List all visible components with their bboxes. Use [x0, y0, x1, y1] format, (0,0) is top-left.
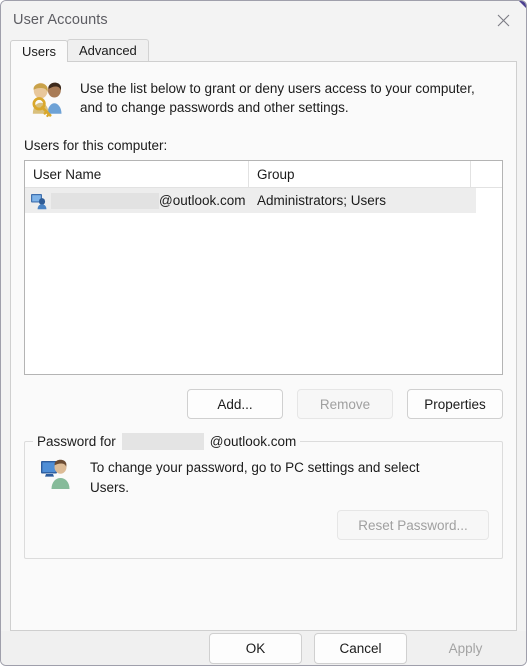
tab-strip: Users Advanced	[10, 39, 526, 62]
intro-text: Use the list below to grant or deny user…	[80, 81, 475, 115]
user-at-monitor-icon	[41, 459, 70, 489]
tab-advanced[interactable]: Advanced	[66, 39, 149, 61]
title-bar: User Accounts	[1, 1, 526, 39]
user-account-icon	[31, 193, 47, 209]
window-title: User Accounts	[13, 12, 108, 28]
list-action-buttons: Add... Remove Properties	[24, 389, 503, 419]
password-instruction-text: To change your password, go to PC settin…	[90, 460, 420, 495]
reset-password-button: Reset Password...	[337, 510, 489, 540]
users-list[interactable]: User Name Group @outlook.com Administrat…	[24, 160, 503, 375]
column-header-group[interactable]: Group	[249, 161, 471, 187]
dialog-footer: OK Cancel Apply	[1, 631, 526, 665]
password-group-buttons: Reset Password...	[38, 510, 489, 540]
remove-button: Remove	[297, 389, 393, 419]
tab-users[interactable]: Users	[10, 40, 68, 62]
users-list-header: User Name Group	[25, 161, 502, 188]
ok-button[interactable]: OK	[209, 632, 302, 664]
password-group-legend: Password for @outlook.com	[33, 433, 301, 450]
password-legend-prefix: Password for	[37, 434, 116, 449]
users-tab-panel: Use the list below to grant or deny user…	[10, 61, 517, 631]
redacted-password-user	[121, 433, 204, 450]
column-header-spacer	[471, 161, 502, 187]
two-users-with-key-icon	[32, 82, 62, 118]
user-name-suffix: @outlook.com	[159, 193, 246, 208]
column-header-user-name[interactable]: User Name	[25, 161, 249, 187]
tab-users-label: Users	[22, 43, 56, 59]
properties-button[interactable]: Properties	[407, 389, 503, 419]
cancel-button[interactable]: Cancel	[314, 632, 407, 664]
close-button[interactable]	[480, 1, 526, 39]
password-legend-suffix: @outlook.com	[209, 434, 297, 449]
password-group-body: To change your password, go to PC settin…	[38, 458, 489, 498]
cell-user-name: @outlook.com	[25, 188, 249, 213]
password-group-box: Password for @outlook.com To change your…	[24, 433, 503, 559]
user-accounts-dialog: User Accounts Users Advanced Use the lis…	[0, 0, 527, 666]
add-button[interactable]: Add...	[187, 389, 283, 419]
apply-button: Apply	[448, 640, 483, 656]
table-row[interactable]: @outlook.com Administrators; Users	[25, 188, 476, 213]
tab-advanced-label: Advanced	[78, 43, 137, 58]
users-list-label: Users for this computer:	[24, 138, 168, 153]
redacted-user-name	[51, 192, 159, 209]
close-icon	[497, 14, 509, 26]
cell-group: Administrators; Users	[257, 193, 387, 208]
intro-block: Use the list below to grant or deny user…	[24, 62, 503, 118]
